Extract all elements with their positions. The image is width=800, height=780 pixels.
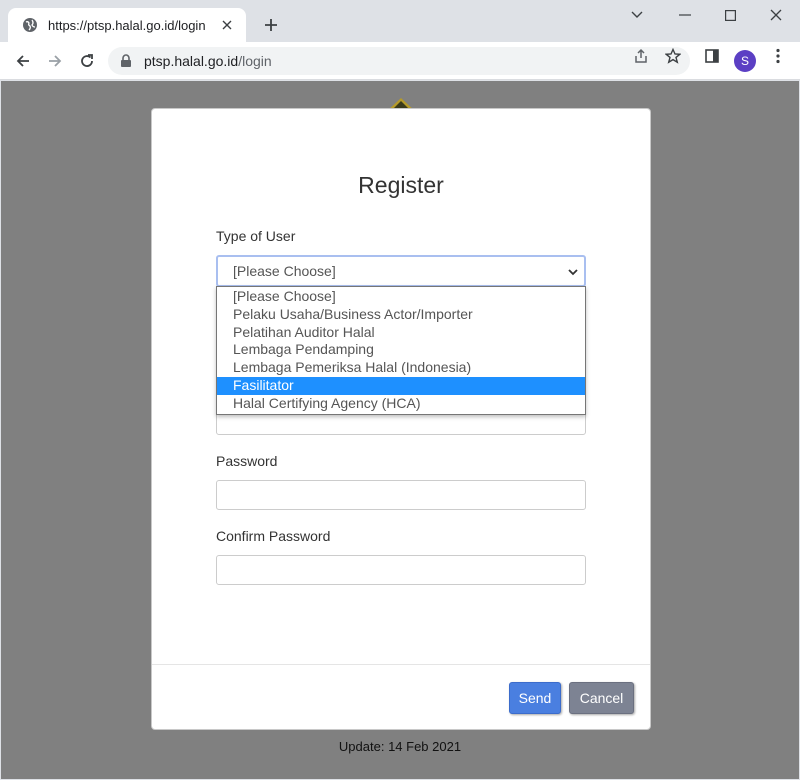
chevron-down-icon bbox=[567, 265, 579, 277]
dropdown-option[interactable]: Pelatihan Auditor Halal bbox=[217, 324, 585, 342]
type-of-user-dropdown: [Please Choose] Pelaku Usaha/Business Ac… bbox=[216, 286, 586, 415]
minimize-icon[interactable] bbox=[662, 0, 708, 30]
maximize-icon[interactable] bbox=[707, 0, 753, 30]
new-tab-icon[interactable] bbox=[260, 14, 282, 36]
address-bar[interactable]: ptsp.halal.go.id/login bbox=[108, 47, 690, 75]
dialog-footer: Send Cancel bbox=[152, 664, 650, 731]
dropdown-option[interactable]: Halal Certifying Agency (HCA) bbox=[217, 395, 585, 413]
forward-arrow-icon[interactable] bbox=[42, 48, 68, 74]
tab-search-icon[interactable] bbox=[614, 0, 660, 30]
profile-avatar[interactable]: S bbox=[734, 50, 756, 72]
send-button[interactable]: Send bbox=[509, 682, 561, 714]
password-field[interactable] bbox=[216, 480, 586, 510]
page-backdrop: Register Type of User [Please Choose] Pa… bbox=[1, 81, 799, 779]
close-window-icon[interactable] bbox=[753, 0, 799, 30]
reload-icon[interactable] bbox=[74, 48, 100, 74]
url-host: ptsp.halal.go.id bbox=[144, 53, 239, 69]
side-panel-icon[interactable] bbox=[702, 46, 722, 66]
selected-value: [Please Choose] bbox=[233, 263, 336, 279]
bookmark-star-icon[interactable] bbox=[663, 46, 683, 66]
dialog-title: Register bbox=[358, 172, 444, 198]
dropdown-option[interactable]: Lembaga Pendamping bbox=[217, 341, 585, 359]
cancel-button[interactable]: Cancel bbox=[569, 682, 634, 714]
close-tab-icon[interactable] bbox=[218, 16, 236, 34]
update-date-text: Update: 14 Feb 2021 bbox=[338, 739, 462, 754]
browser-tab[interactable]: https://ptsp.halal.go.id/login bbox=[8, 8, 246, 42]
password-label: Password bbox=[216, 453, 278, 469]
tab-strip: https://ptsp.halal.go.id/login bbox=[0, 0, 800, 42]
confirm-password-field[interactable] bbox=[216, 555, 586, 585]
more-menu-icon[interactable] bbox=[768, 46, 788, 66]
browser-toolbar: ptsp.halal.go.id/login S bbox=[0, 42, 800, 80]
dropdown-option[interactable]: [Please Choose] bbox=[217, 288, 585, 306]
url-path: /login bbox=[238, 53, 272, 69]
type-of-user-label: Type of User bbox=[216, 228, 296, 244]
dropdown-option[interactable]: Lembaga Pemeriksa Halal (Indonesia) bbox=[217, 359, 585, 377]
confirm-password-label: Confirm Password bbox=[216, 528, 331, 544]
tab-title: https://ptsp.halal.go.id/login bbox=[48, 17, 206, 33]
share-icon[interactable] bbox=[631, 46, 651, 66]
register-dialog: Register Type of User [Please Choose] Pa… bbox=[151, 108, 651, 730]
globe-icon bbox=[22, 17, 38, 33]
back-arrow-icon[interactable] bbox=[10, 48, 36, 74]
dropdown-option-highlighted[interactable]: Fasilitator bbox=[217, 376, 585, 395]
dropdown-option[interactable]: Pelaku Usaha/Business Actor/Importer bbox=[217, 306, 585, 324]
lock-icon[interactable] bbox=[120, 54, 134, 68]
type-of-user-select[interactable]: [Please Choose] bbox=[216, 255, 586, 287]
